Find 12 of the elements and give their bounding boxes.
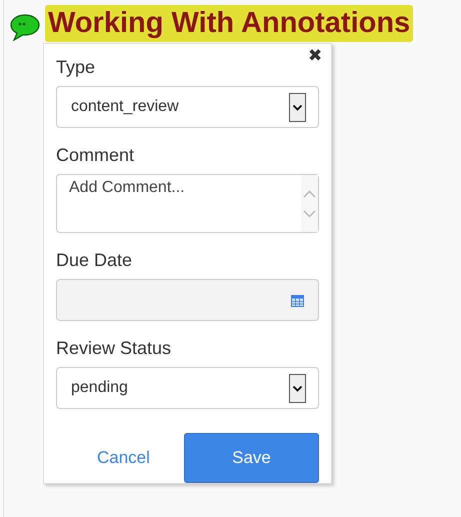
- scrollbar-drawing[interactable]: [301, 175, 318, 232]
- select-field[interactable]: pending: [56, 367, 319, 409]
- save-button[interactable]: Save: [184, 433, 319, 483]
- comment-field[interactable]: Add Comment...: [56, 174, 319, 233]
- cancel-link[interactable]: Cancel: [69, 444, 178, 472]
- field-label: Due Date: [56, 249, 134, 271]
- field-label: Type: [56, 56, 96, 78]
- field-label: Comment: [56, 144, 136, 166]
- chat-bubble-icon: [9, 12, 41, 40]
- page-heading: Working With Annotations: [45, 5, 414, 42]
- select-field[interactable]: content_review: [56, 86, 319, 128]
- field-label: Review Status: [56, 337, 172, 359]
